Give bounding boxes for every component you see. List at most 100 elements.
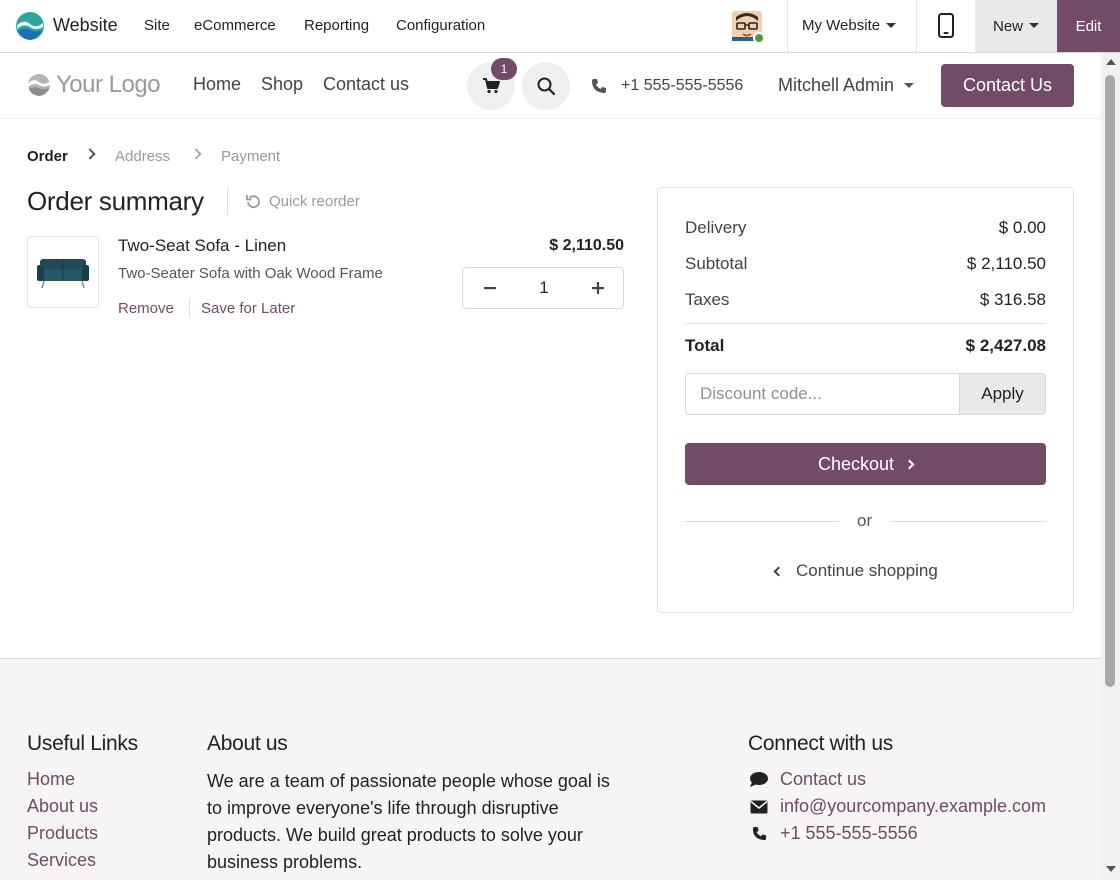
product-price: $ 2,110.50 (549, 237, 624, 254)
quantity-value[interactable]: 1 (517, 278, 571, 298)
divider (685, 521, 839, 522)
site-header: Your Logo Home Shop Contact us +1 555-55… (0, 53, 1101, 119)
delivery-label: Delivery (685, 218, 747, 237)
decrease-quantity-button[interactable] (463, 268, 517, 308)
chevron-right-icon (904, 459, 915, 469)
connect-heading: Connect with us (748, 732, 893, 755)
step-payment[interactable]: Payment (221, 148, 280, 165)
subtotal-value: $ 2,110.50 (966, 254, 1046, 273)
comment-icon (748, 771, 770, 788)
footer-phone-row: +1 555-555-5556 (748, 823, 918, 844)
scroll-up-icon[interactable] (1106, 59, 1116, 65)
increase-quantity-button[interactable] (571, 268, 625, 308)
total-value: $ 2,427.08 (965, 336, 1046, 355)
reorder-icon (246, 195, 260, 209)
footer-link-home[interactable]: Home (27, 769, 75, 790)
edit-button[interactable]: Edit (1057, 0, 1120, 52)
new-button-label: New (992, 17, 1023, 35)
footer-link-about-us[interactable]: About us (27, 796, 98, 817)
user-name: Mitchell Admin (778, 75, 895, 95)
logo-text: Your Logo (56, 71, 161, 98)
total-label: Total (685, 336, 725, 355)
phone-icon (592, 79, 606, 93)
taxes-label: Taxes (685, 290, 730, 309)
useful-links-heading: Useful Links (27, 732, 138, 755)
user-menu[interactable]: Mitchell Admin (778, 75, 915, 96)
delivery-value: $ 0.00 (998, 218, 1046, 237)
footer-link-products[interactable]: Products (27, 823, 98, 844)
footer-link-services[interactable]: Services (27, 850, 96, 871)
product-image[interactable] (27, 236, 99, 308)
caret-down-icon (904, 82, 915, 88)
edit-button-label: Edit (1075, 17, 1102, 35)
contact-us-button[interactable]: Contact Us (941, 64, 1074, 107)
divider (916, 0, 917, 53)
continue-shopping-link[interactable]: Continue shopping (773, 561, 938, 581)
discount-code-input[interactable] (685, 373, 960, 415)
search-icon (537, 77, 555, 95)
product-name[interactable]: Two-Seat Sofa - Linen (118, 236, 286, 256)
step-address[interactable]: Address (115, 148, 170, 165)
checkout-button[interactable]: Checkout (685, 443, 1046, 485)
logo-mark-icon (28, 74, 50, 96)
website-selector[interactable]: My Website (802, 17, 897, 34)
mobile-preview-icon[interactable] (938, 13, 954, 38)
or-separator: or (857, 511, 873, 530)
footer-contact-row: Contact us (748, 769, 866, 790)
caret-down-icon (886, 22, 897, 28)
menu-site[interactable]: Site (144, 17, 170, 34)
chevron-left-icon (773, 566, 784, 576)
footer-email-row: info@yourcompany.example.com (748, 796, 1046, 817)
chevron-right-icon (84, 148, 96, 160)
minus-icon (484, 287, 496, 290)
divider (189, 298, 190, 318)
envelope-icon (748, 800, 770, 814)
product-description: Two-Seater Sofa with Oak Wood Frame (118, 265, 383, 282)
cart-icon (483, 78, 500, 94)
about-us-text: We are a team of passionate people whose… (207, 771, 610, 872)
online-status-icon (753, 32, 765, 44)
apply-discount-button[interactable]: Apply (959, 373, 1046, 415)
nav-shop[interactable]: Shop (261, 74, 303, 95)
site-logo[interactable]: Your Logo (26, 71, 161, 99)
user-avatar[interactable] (732, 11, 765, 44)
footer-email-link[interactable]: info@yourcompany.example.com (780, 796, 1046, 817)
cart-count-badge: 1 (491, 58, 517, 80)
save-for-later-link[interactable]: Save for Later (201, 300, 295, 317)
caret-down-icon (1029, 22, 1039, 28)
quantity-stepper: 1 (462, 267, 624, 309)
header-phone[interactable]: +1 555-555-5556 (621, 77, 743, 95)
website-app-icon[interactable] (15, 11, 45, 41)
footer-phone-link[interactable]: +1 555-555-5556 (780, 823, 918, 844)
app-name[interactable]: Website (53, 15, 118, 36)
page-scrollbar[interactable] (1101, 53, 1120, 880)
divider (891, 521, 1046, 522)
quick-reorder-label: Quick reorder (269, 193, 360, 210)
menu-ecommerce[interactable]: eCommerce (194, 17, 276, 34)
search-button[interactable] (522, 62, 570, 110)
taxes-value: $ 316.58 (979, 290, 1046, 309)
subtotal-label: Subtotal (685, 254, 748, 273)
nav-contact-us[interactable]: Contact us (323, 74, 409, 95)
continue-shopping-label: Continue shopping (796, 561, 938, 580)
new-button[interactable]: New (975, 0, 1057, 52)
sofa-image-icon (37, 259, 89, 289)
divider (685, 323, 1046, 324)
divider (227, 189, 228, 215)
admin-bar: Website Site eCommerce Reporting Configu… (0, 0, 1120, 53)
menu-reporting[interactable]: Reporting (304, 17, 369, 34)
checkout-label: Checkout (817, 453, 895, 474)
step-order[interactable]: Order (27, 148, 68, 165)
divider (787, 0, 788, 53)
plus-icon (592, 282, 604, 294)
remove-link[interactable]: Remove (118, 300, 174, 317)
about-us-heading: About us (207, 732, 288, 755)
scroll-down-icon[interactable] (1106, 866, 1116, 872)
nav-home[interactable]: Home (193, 74, 241, 95)
quick-reorder-button[interactable]: Quick reorder (246, 193, 360, 210)
scrollbar-thumb[interactable] (1105, 75, 1115, 687)
phone-icon (748, 826, 770, 841)
menu-configuration[interactable]: Configuration (396, 17, 485, 34)
footer-contact-link[interactable]: Contact us (780, 769, 866, 790)
chevron-right-icon (190, 148, 202, 160)
